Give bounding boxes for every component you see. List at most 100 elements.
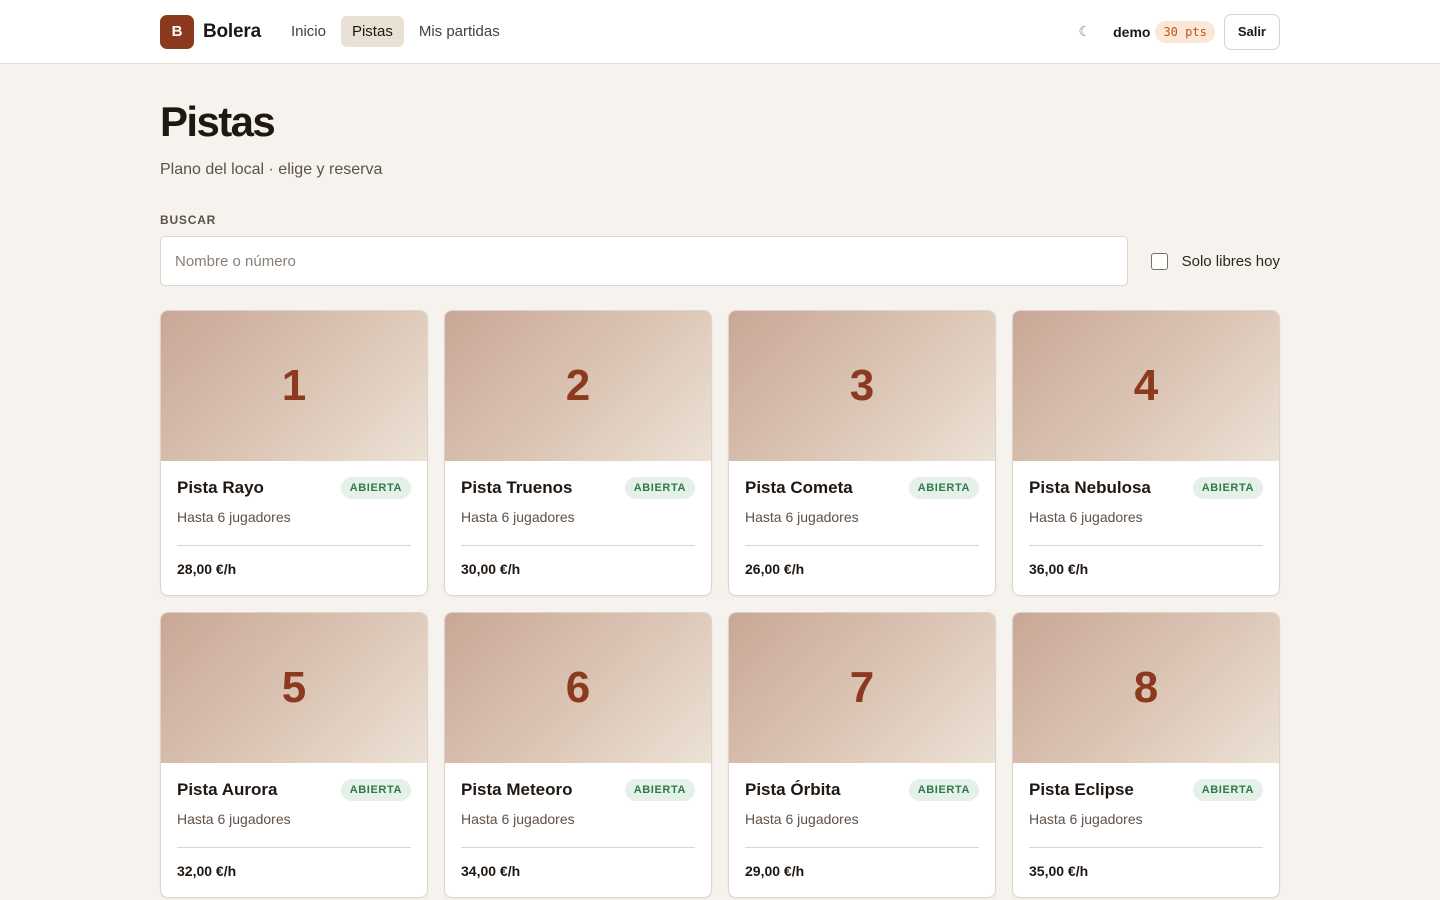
- divider: [461, 847, 695, 848]
- lane-card-body: Pista Rayo ABIERTA Hasta 6 jugadores 28,…: [161, 477, 427, 577]
- lane-card-body: Pista Cometa ABIERTA Hasta 6 jugadores 2…: [729, 477, 995, 577]
- nav-item-inicio[interactable]: Inicio: [280, 16, 337, 47]
- status-badge: ABIERTA: [624, 779, 695, 801]
- lane-card-hero: 4: [1013, 311, 1279, 461]
- lane-card-head: Pista Aurora ABIERTA: [177, 779, 411, 801]
- divider: [461, 545, 695, 546]
- divider: [745, 545, 979, 546]
- lane-card-head: Pista Meteoro ABIERTA: [461, 779, 695, 801]
- page-subtitle: Plano del local · elige y reserva: [160, 161, 383, 178]
- status-badge: ABIERTA: [1192, 477, 1263, 499]
- lane-card[interactable]: 2 Pista Truenos ABIERTA Hasta 6 jugadore…: [444, 310, 712, 596]
- lane-name: Pista Truenos: [461, 478, 573, 497]
- lane-name: Pista Órbita: [745, 780, 841, 799]
- lane-number: 3: [849, 361, 875, 410]
- free-today-checkbox[interactable]: [1150, 252, 1168, 270]
- lane-card-hero: 5: [161, 613, 427, 763]
- logout-button[interactable]: Salir: [1223, 13, 1280, 50]
- lane-capacity: Hasta 6 jugadores: [461, 811, 575, 827]
- lane-number: 2: [565, 361, 591, 410]
- status-badge: ABIERTA: [1192, 779, 1263, 801]
- divider: [1029, 545, 1263, 546]
- status-badge: ABIERTA: [908, 779, 979, 801]
- lane-name: Pista Meteoro: [461, 780, 573, 799]
- lane-card-head: Pista Eclipse ABIERTA: [1029, 779, 1263, 801]
- status-badge: ABIERTA: [908, 477, 979, 499]
- points-badge: 30 pts: [1155, 20, 1215, 43]
- search-input[interactable]: [160, 236, 1128, 286]
- brand-name: Bolera: [203, 20, 261, 42]
- lane-number: 4: [1133, 361, 1159, 410]
- main-content: Pistas Plano del local · elige y reserva…: [160, 64, 1280, 898]
- lane-card-body: Pista Nebulosa ABIERTA Hasta 6 jugadores…: [1013, 477, 1279, 577]
- lane-card-hero: 6: [445, 613, 711, 763]
- lane-card[interactable]: 8 Pista Eclipse ABIERTA Hasta 6 jugadore…: [1012, 612, 1280, 898]
- lane-card[interactable]: 4 Pista Nebulosa ABIERTA Hasta 6 jugador…: [1012, 310, 1280, 596]
- lane-card-body: Pista Eclipse ABIERTA Hasta 6 jugadores …: [1013, 779, 1279, 879]
- top-bar-inner: B Bolera Inicio Pistas Mis partidas ☾ de…: [160, 0, 1280, 63]
- lane-price: 35,00 €/h: [1029, 863, 1089, 879]
- free-today-filter[interactable]: Solo libres hoy: [1150, 252, 1280, 270]
- lane-card-hero: 8: [1013, 613, 1279, 763]
- lane-capacity: Hasta 6 jugadores: [1029, 509, 1143, 525]
- lane-capacity: Hasta 6 jugadores: [745, 811, 859, 827]
- lane-price: 32,00 €/h: [177, 863, 237, 879]
- lane-card-body: Pista Órbita ABIERTA Hasta 6 jugadores 2…: [729, 779, 995, 879]
- lane-card-hero: 2: [445, 311, 711, 461]
- lane-card[interactable]: 7 Pista Órbita ABIERTA Hasta 6 jugadores…: [728, 612, 996, 898]
- divider: [745, 847, 979, 848]
- lane-card[interactable]: 6 Pista Meteoro ABIERTA Hasta 6 jugadore…: [444, 612, 712, 898]
- moon-icon[interactable]: ☾: [1079, 23, 1092, 40]
- lane-price: 28,00 €/h: [177, 561, 237, 577]
- status-badge: ABIERTA: [624, 477, 695, 499]
- brand[interactable]: B Bolera: [160, 14, 261, 49]
- lane-number: 6: [565, 663, 591, 712]
- lanes-grid: 1 Pista Rayo ABIERTA Hasta 6 jugadores 2…: [160, 310, 1280, 898]
- lane-number: 5: [281, 663, 307, 712]
- lane-card-body: Pista Aurora ABIERTA Hasta 6 jugadores 3…: [161, 779, 427, 879]
- lane-card-head: Pista Órbita ABIERTA: [745, 779, 979, 801]
- lane-card-head: Pista Truenos ABIERTA: [461, 477, 695, 499]
- brand-logo: B: [160, 14, 194, 49]
- lane-card-body: Pista Truenos ABIERTA Hasta 6 jugadores …: [445, 477, 711, 577]
- main-nav: Inicio Pistas Mis partidas: [280, 16, 511, 47]
- lane-capacity: Hasta 6 jugadores: [1029, 811, 1143, 827]
- divider: [177, 847, 411, 848]
- search-label: BUSCAR: [160, 213, 217, 227]
- free-today-label: Solo libres hoy: [1181, 252, 1280, 270]
- top-bar: B Bolera Inicio Pistas Mis partidas ☾ de…: [0, 0, 1440, 64]
- lane-card-head: Pista Cometa ABIERTA: [745, 477, 979, 499]
- lane-card-hero: 7: [729, 613, 995, 763]
- lane-name: Pista Cometa: [745, 478, 853, 497]
- lane-name: Pista Eclipse: [1029, 780, 1134, 799]
- lane-price: 36,00 €/h: [1029, 561, 1089, 577]
- lane-card-hero: 1: [161, 311, 427, 461]
- nav-item-mis-partidas[interactable]: Mis partidas: [408, 16, 511, 47]
- lane-number: 8: [1133, 663, 1159, 712]
- lane-card-head: Pista Nebulosa ABIERTA: [1029, 477, 1263, 499]
- divider: [177, 545, 411, 546]
- lane-capacity: Hasta 6 jugadores: [177, 509, 291, 525]
- page-title: Pistas: [160, 98, 276, 145]
- divider: [1029, 847, 1263, 848]
- lane-card[interactable]: 5 Pista Aurora ABIERTA Hasta 6 jugadores…: [160, 612, 428, 898]
- lane-price: 26,00 €/h: [745, 561, 805, 577]
- lane-name: Pista Nebulosa: [1029, 478, 1151, 497]
- lane-card-hero: 3: [729, 311, 995, 461]
- search-row: Solo libres hoy: [160, 236, 1280, 286]
- status-badge: ABIERTA: [340, 477, 411, 499]
- lane-card[interactable]: 3 Pista Cometa ABIERTA Hasta 6 jugadores…: [728, 310, 996, 596]
- lane-name: Pista Aurora: [177, 780, 278, 799]
- lane-price: 29,00 €/h: [745, 863, 805, 879]
- lane-number: 1: [281, 361, 307, 410]
- lane-capacity: Hasta 6 jugadores: [461, 509, 575, 525]
- username: demo: [1113, 23, 1151, 40]
- lane-price: 30,00 €/h: [461, 561, 521, 577]
- nav-item-pistas[interactable]: Pistas: [340, 16, 404, 47]
- lane-capacity: Hasta 6 jugadores: [745, 509, 859, 525]
- lane-price: 34,00 €/h: [461, 863, 521, 879]
- lane-card[interactable]: 1 Pista Rayo ABIERTA Hasta 6 jugadores 2…: [160, 310, 428, 596]
- lane-card-head: Pista Rayo ABIERTA: [177, 477, 411, 499]
- status-badge: ABIERTA: [340, 779, 411, 801]
- lane-name: Pista Rayo: [177, 478, 264, 497]
